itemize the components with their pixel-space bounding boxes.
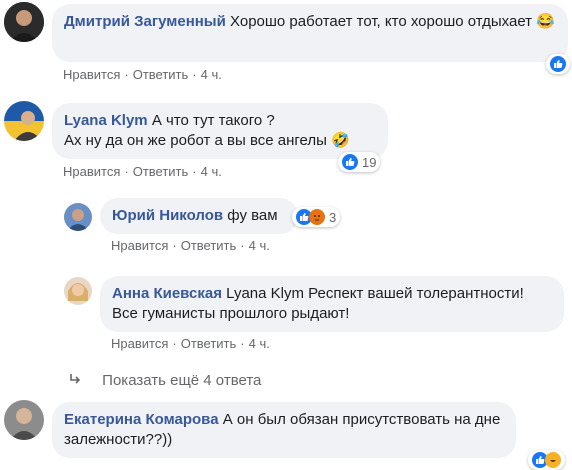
comment-text: Хорошо работает тот, кто хорошо отдыхает…: [230, 13, 555, 30]
like-link[interactable]: Нравится: [63, 67, 120, 82]
comment-bubble: Екатерина Комарова А он был обязан прису…: [52, 402, 516, 458]
reply-link[interactable]: Ответить: [133, 67, 189, 82]
comment-bubble: Дмитрий Загуменный Хорошо работает тот, …: [52, 4, 568, 62]
show-more-replies[interactable]: Показать ещё 4 ответа: [68, 372, 261, 390]
reply-link[interactable]: Ответить: [181, 238, 237, 253]
reaction-count: 19: [362, 154, 377, 170]
like-link[interactable]: Нравится: [63, 164, 120, 179]
avatar-photo: [4, 101, 44, 141]
comment-bubble: Анна Киевская Lyana Klym Респект вашей т…: [100, 276, 564, 332]
reaction-badge[interactable]: [528, 450, 565, 470]
avatar-photo: [64, 203, 92, 231]
like-icon: [550, 56, 566, 72]
like-link[interactable]: Нравится: [111, 238, 168, 253]
separator: ·: [172, 238, 177, 253]
reply-link[interactable]: Ответить: [181, 336, 237, 351]
separator: ·: [192, 67, 197, 82]
reply-arrow-icon: [68, 372, 88, 390]
angry-icon: [309, 209, 325, 225]
comment-text: фу вам: [227, 207, 278, 224]
comment-actions: Нравится · Ответить · 4 ч.: [63, 164, 222, 179]
reaction-badge[interactable]: 19: [338, 152, 381, 172]
avatar-photo: [64, 277, 92, 305]
comment-author[interactable]: Екатерина Комарова: [64, 411, 219, 428]
comment-author[interactable]: Lyana Klym: [64, 112, 148, 129]
like-icon: [342, 154, 358, 170]
avatar[interactable]: [4, 400, 44, 440]
show-more-label: Показать ещё 4 ответа: [102, 372, 262, 389]
avatar[interactable]: [4, 101, 44, 141]
separator: ·: [192, 164, 197, 179]
timestamp[interactable]: 4 ч.: [249, 238, 270, 253]
reaction-badge[interactable]: 3: [292, 207, 341, 227]
separator: ·: [240, 238, 245, 253]
comment-author[interactable]: Анна Киевская: [112, 285, 222, 302]
comment-bubble: Юрий Николов фу вам: [100, 198, 298, 234]
reply-link[interactable]: Ответить: [133, 164, 189, 179]
comment-text: Ах ну да он же робот а вы все ангелы 🤣: [64, 132, 350, 149]
comment-text: Все гуманисты прошлого рыдают!: [112, 305, 350, 322]
comment-text: А он был обязан присутствовать на дне: [222, 411, 501, 428]
avatar-photo: [4, 2, 44, 42]
like-link[interactable]: Нравится: [111, 336, 168, 351]
timestamp[interactable]: 4 ч.: [201, 164, 222, 179]
reaction-badge[interactable]: [546, 54, 570, 74]
comment-author[interactable]: Дмитрий Загуменный: [64, 13, 226, 30]
separator: ·: [172, 336, 177, 351]
avatar[interactable]: [64, 277, 92, 305]
avatar-photo: [4, 400, 44, 440]
timestamp[interactable]: 4 ч.: [249, 336, 270, 351]
comment-author[interactable]: Юрий Николов: [112, 207, 223, 224]
timestamp[interactable]: 4 ч.: [201, 67, 222, 82]
comment-text: залежности??)): [64, 431, 173, 448]
reaction-count: 3: [329, 209, 337, 225]
comment-actions: Нравится · Ответить · 4 ч.: [111, 336, 270, 351]
avatar[interactable]: [64, 203, 92, 231]
separator: ·: [124, 164, 129, 179]
comment-actions: Нравится · Ответить · 4 ч.: [111, 238, 270, 253]
comment-actions: Нравится · Ответить · 4 ч.: [63, 67, 222, 82]
comment-bubble: Lyana Klym А что тут такого ? Ах ну да о…: [52, 103, 388, 159]
comment-text: А что тут такого ?: [151, 112, 275, 129]
comment-text: Lyana Klym Респект вашей толерантности!: [226, 285, 524, 302]
separator: ·: [124, 67, 129, 82]
separator: ·: [240, 336, 245, 351]
avatar[interactable]: [4, 2, 44, 42]
